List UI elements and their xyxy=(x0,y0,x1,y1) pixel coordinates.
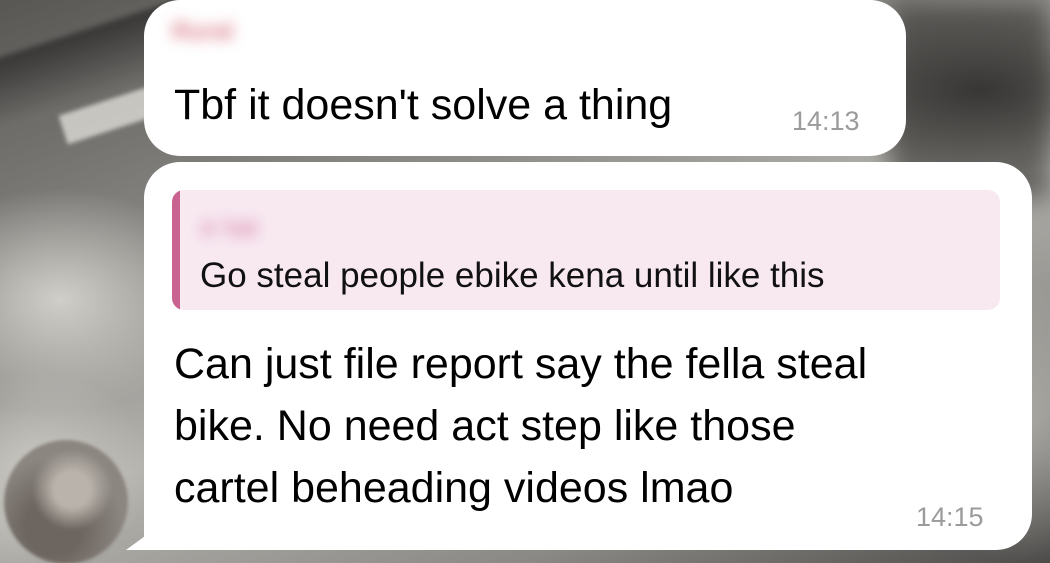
message-text-line: bike. No need act step like those xyxy=(174,402,796,450)
reply-quote-bar xyxy=(172,190,180,310)
message-text: Can just file report say the fella steal… xyxy=(174,333,994,519)
sender-name[interactable]: Rural xyxy=(172,18,292,48)
message-timestamp: 14:15 xyxy=(916,502,984,532)
message-text-line: Can just file report say the fella steal xyxy=(174,340,868,388)
message-text-line: cartel beheading videos lmao xyxy=(174,464,734,512)
message-text: Tbf it doesn't solve a thing xyxy=(174,81,673,129)
message-timestamp: 14:13 xyxy=(792,106,860,136)
contact-avatar[interactable] xyxy=(4,440,128,563)
reply-author: A Tall xyxy=(200,216,258,241)
reply-quote[interactable]: A Tall Go steal people ebike kena until … xyxy=(172,190,1000,310)
reply-text: Go steal people ebike kena until like th… xyxy=(200,256,825,295)
